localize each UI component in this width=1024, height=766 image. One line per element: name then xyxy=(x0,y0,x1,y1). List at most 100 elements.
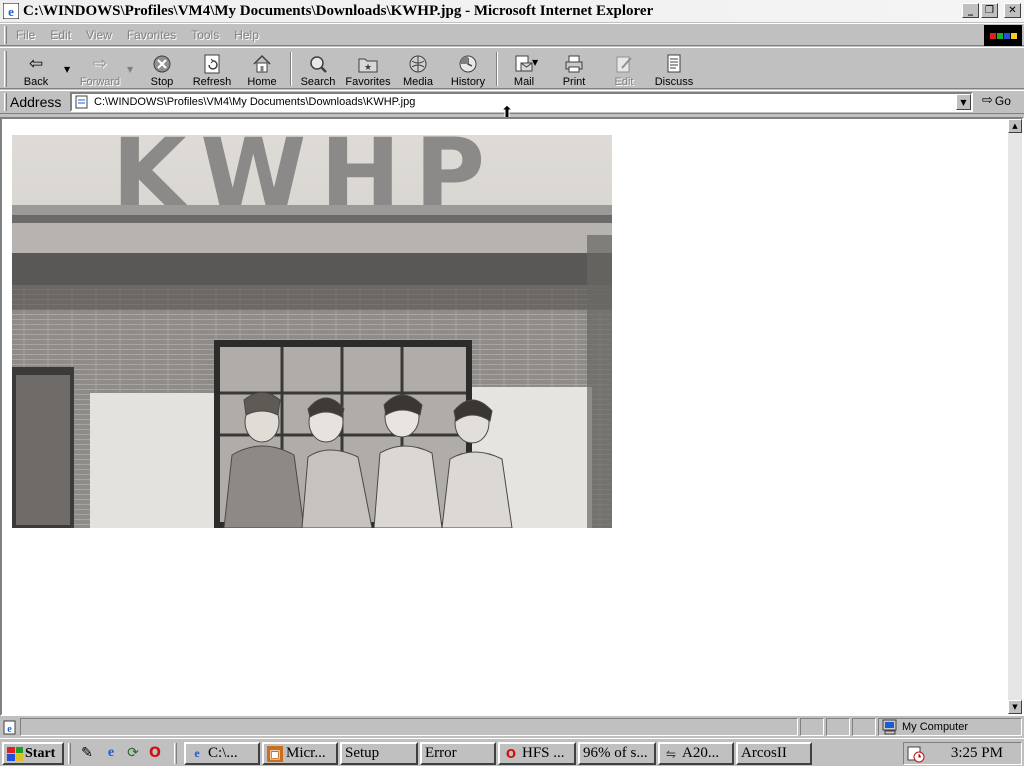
taskbar: Start ✎ e ⟳ O e C:\... ▣ Micr... Setup E… xyxy=(0,738,1024,766)
refresh-label: Refresh xyxy=(192,76,232,88)
task-hfs[interactable]: O HFS ... xyxy=(498,742,576,765)
status-bar: e My Computer xyxy=(0,716,1024,738)
stop-label: Stop xyxy=(150,76,174,88)
kwhp-photo: KWHP xyxy=(12,135,612,528)
status-text-pane xyxy=(20,718,798,736)
task-label: Micr... xyxy=(286,745,326,761)
forward-button[interactable]: ⇨ Forward xyxy=(76,50,124,88)
document-icon xyxy=(75,95,88,109)
task-label: C:\... xyxy=(208,745,238,761)
menu-file[interactable]: File xyxy=(16,28,35,42)
ie-quicklaunch-icon[interactable]: e xyxy=(102,744,120,762)
mail-label: Mail xyxy=(513,76,535,88)
status-zone-pane: My Computer xyxy=(878,718,1022,736)
task-explorer[interactable]: e C:\... xyxy=(184,742,260,765)
favorites-folder-icon: ★ xyxy=(357,54,379,74)
window-title: C:\WINDOWS\Profiles\VM4\My Documents\Dow… xyxy=(23,2,654,19)
home-button[interactable]: Home xyxy=(243,50,281,88)
restore-button[interactable]: ❐ xyxy=(981,3,998,18)
system-tray: 3:25 PM xyxy=(903,742,1022,765)
task-download-progress[interactable]: 96% of s... xyxy=(578,742,656,765)
favorites-button[interactable]: ★ Favorites xyxy=(344,50,392,88)
media-button[interactable]: Media xyxy=(400,50,436,88)
zone-label: My Computer xyxy=(902,721,969,733)
close-button[interactable]: ✕ xyxy=(1004,3,1021,18)
menu-grip[interactable] xyxy=(4,25,7,44)
print-button[interactable]: Print xyxy=(556,50,592,88)
address-dropdown-button[interactable]: ▼ xyxy=(956,94,971,110)
mail-dropdown-icon[interactable]: ▼ xyxy=(532,58,538,67)
edit-button[interactable]: Edit xyxy=(606,50,642,88)
minimize-icon: _ xyxy=(968,5,973,16)
task-label: Error xyxy=(425,745,457,761)
taskbar-separator xyxy=(174,743,177,764)
status-pane-security xyxy=(826,718,850,736)
task-a20[interactable]: ⇋ A20... xyxy=(658,742,734,765)
toolbar-separator xyxy=(496,52,498,86)
discuss-icon xyxy=(663,54,685,74)
refresh-button[interactable]: Refresh xyxy=(190,50,234,88)
minimize-button[interactable]: _ xyxy=(962,3,979,18)
task-arcos[interactable]: ArcosII xyxy=(736,742,812,765)
status-pane-privacy xyxy=(852,718,876,736)
go-button[interactable]: ⇨ Go xyxy=(982,93,1011,108)
discuss-label: Discuss xyxy=(654,76,694,88)
back-button[interactable]: ⇦ Back xyxy=(14,50,58,88)
menu-help[interactable]: Help xyxy=(234,28,259,42)
go-arrow-icon: ⇨ xyxy=(982,93,993,108)
stop-button[interactable]: Stop xyxy=(144,50,180,88)
back-arrow-icon: ⇦ xyxy=(28,54,44,74)
menu-tools[interactable]: Tools xyxy=(191,28,219,42)
discuss-button[interactable]: Discuss xyxy=(652,50,696,88)
status-pane-progress xyxy=(800,718,824,736)
close-icon: ✕ xyxy=(1008,5,1017,16)
start-label: Start xyxy=(25,745,56,761)
task-label: Setup xyxy=(345,745,380,761)
history-button[interactable]: History xyxy=(447,50,489,88)
scheduler-tray-icon[interactable] xyxy=(907,745,925,763)
task-microsoft[interactable]: ▣ Micr... xyxy=(262,742,338,765)
menu-edit[interactable]: Edit xyxy=(50,28,71,42)
restore-icon: ❐ xyxy=(985,5,994,16)
search-button[interactable]: Search xyxy=(298,50,338,88)
vertical-scrollbar[interactable]: ▲ ▼ xyxy=(1008,119,1022,714)
back-label: Back xyxy=(23,76,49,88)
ie-logo-icon: e xyxy=(3,3,19,19)
scroll-up-icon: ▲ xyxy=(1012,122,1018,130)
back-dropdown-icon[interactable]: ▼ xyxy=(64,65,70,74)
printer-icon xyxy=(563,54,585,74)
search-label: Search xyxy=(300,76,336,88)
home-icon xyxy=(251,54,273,74)
history-clock-icon xyxy=(457,54,479,74)
edit-label: Edit xyxy=(614,76,634,88)
media-label: Media xyxy=(403,76,433,88)
address-field[interactable]: C:\WINDOWS\Profiles\VM4\My Documents\Dow… xyxy=(70,92,973,112)
page-content[interactable]: KWHP ▲ ▼ xyxy=(0,117,1024,716)
title-bar[interactable]: e C:\WINDOWS\Profiles\VM4\My Documents\D… xyxy=(0,0,1024,22)
task-error[interactable]: Error xyxy=(420,742,496,765)
svg-text:e: e xyxy=(7,724,12,735)
menu-view[interactable]: View xyxy=(86,28,112,42)
my-computer-icon xyxy=(882,719,897,735)
address-value[interactable]: C:\WINDOWS\Profiles\VM4\My Documents\Dow… xyxy=(94,96,415,108)
menu-favorites[interactable]: Favorites xyxy=(127,28,176,42)
windows-flag-icon xyxy=(7,746,23,761)
channels-quicklaunch-icon[interactable]: ⟳ xyxy=(124,744,142,762)
mail-button[interactable]: Mail xyxy=(506,50,542,88)
opera-quicklaunch-icon[interactable]: O xyxy=(146,744,164,762)
forward-dropdown-icon[interactable]: ▼ xyxy=(127,65,133,74)
task-setup[interactable]: Setup xyxy=(340,742,418,765)
scroll-down-button[interactable]: ▼ xyxy=(1008,700,1022,714)
taskbar-clock[interactable]: 3:25 PM xyxy=(951,745,1003,762)
forward-label: Forward xyxy=(79,76,121,88)
scroll-up-button[interactable]: ▲ xyxy=(1008,119,1022,133)
toolbar-grip[interactable] xyxy=(4,51,7,87)
print-label: Print xyxy=(562,76,586,88)
ie-task-icon: e xyxy=(194,746,200,760)
stop-icon xyxy=(151,54,173,74)
address-grip[interactable] xyxy=(4,93,7,111)
task-label: A20... xyxy=(682,745,720,761)
start-button[interactable]: Start xyxy=(2,742,64,765)
show-desktop-icon[interactable]: ✎ xyxy=(78,744,96,762)
go-label: Go xyxy=(994,93,1011,108)
